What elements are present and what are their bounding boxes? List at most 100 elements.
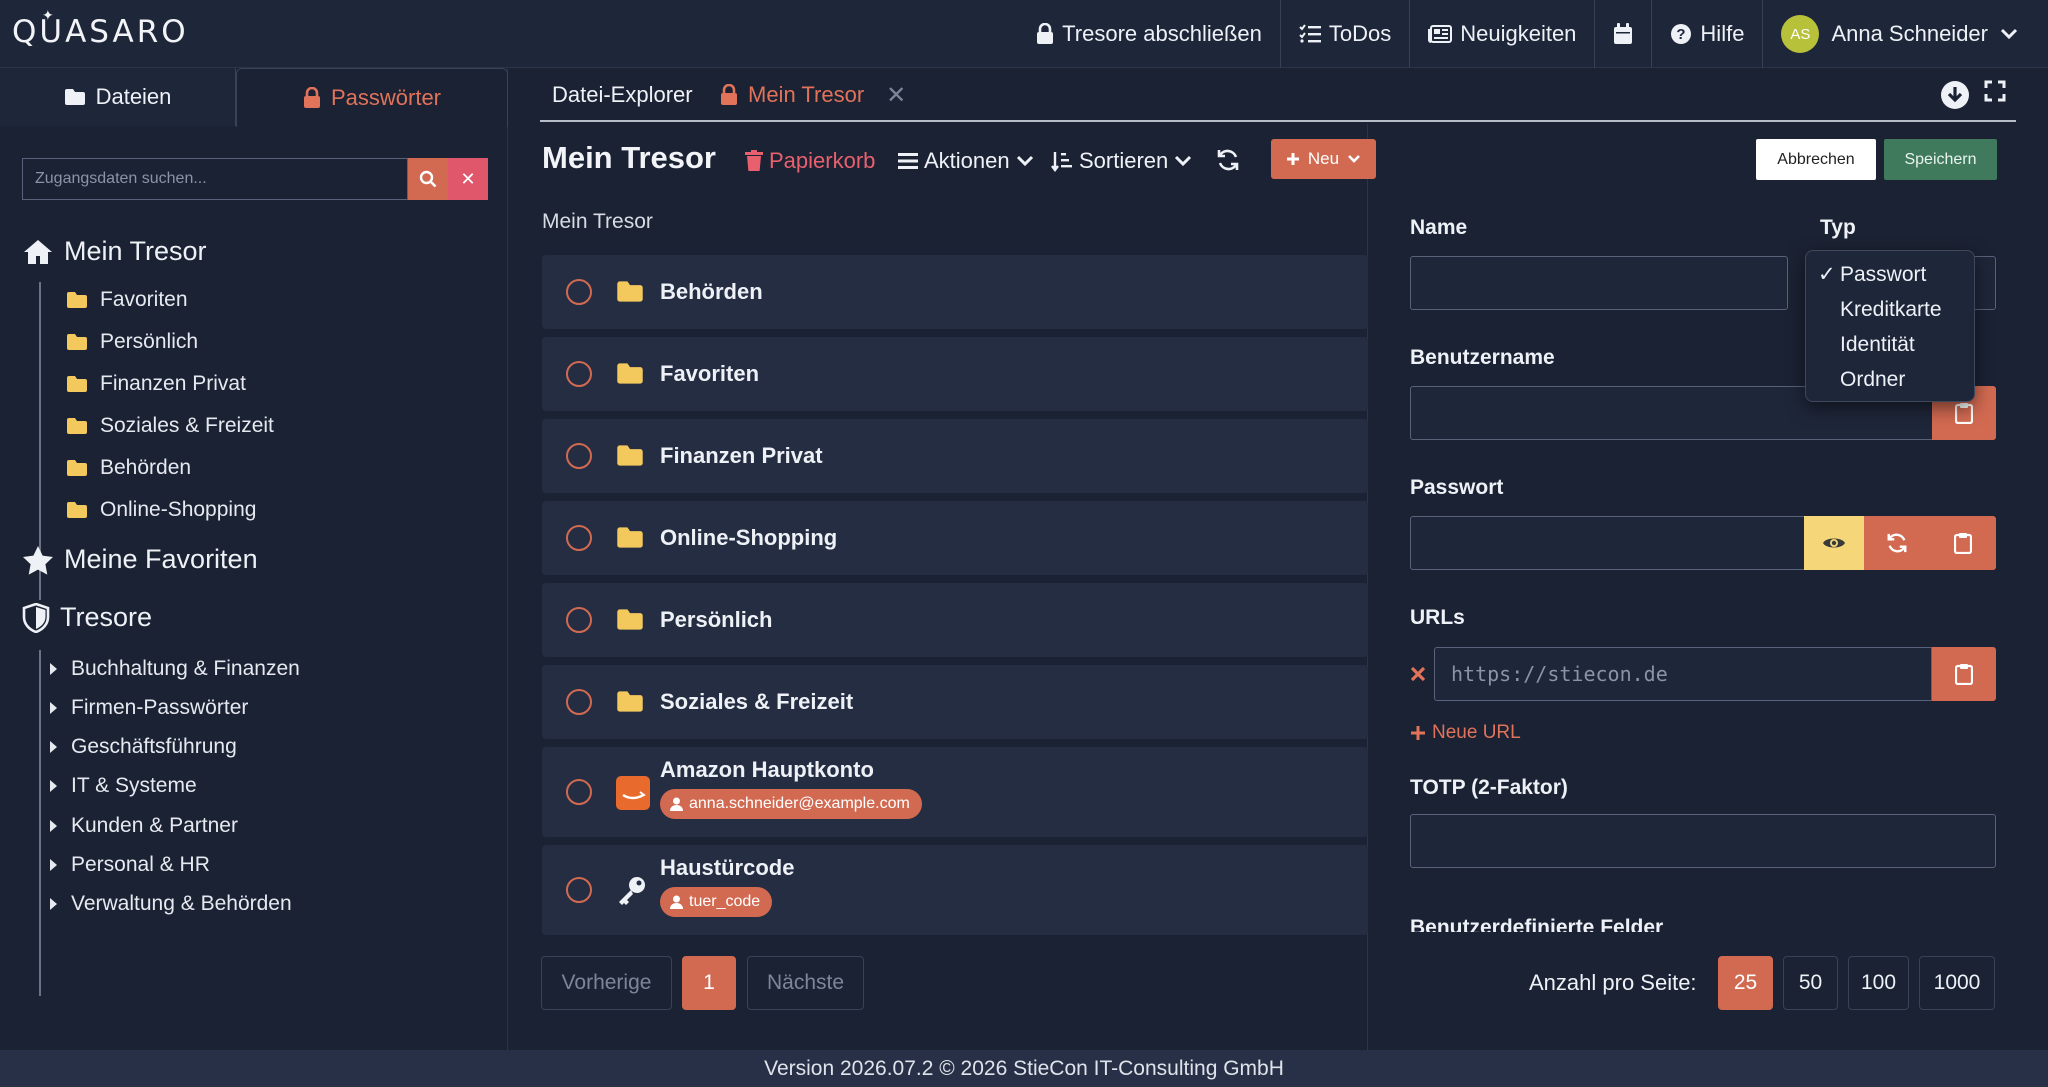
user-icon	[670, 895, 683, 909]
star-icon	[23, 545, 53, 575]
password-field[interactable]	[1410, 516, 1806, 570]
next-page-button[interactable]: Nächste	[747, 956, 864, 1010]
actions-label: Aktionen	[924, 148, 1010, 173]
sidebar-vault[interactable]: Geschäftsführung	[50, 735, 237, 759]
trash-button[interactable]: Papierkorb	[745, 148, 875, 174]
amazon-icon	[616, 776, 650, 810]
list-item-name: Online-Shopping	[660, 525, 838, 550]
per-page-option[interactable]: 1000	[1919, 956, 1995, 1010]
list-item[interactable]: Behörden	[542, 255, 1368, 329]
sidebar-vault[interactable]: Firmen-Passwörter	[50, 696, 248, 720]
type-option-credit-card[interactable]: Kreditkarte	[1806, 292, 1974, 327]
sidebar-vault[interactable]: Personal & HR	[50, 853, 210, 877]
sidebar-vault[interactable]: Kunden & Partner	[50, 814, 238, 838]
select-radio[interactable]	[566, 443, 592, 469]
todos-button[interactable]: ToDos	[1281, 0, 1411, 68]
add-url-button[interactable]: Neue URL	[1410, 722, 1521, 744]
user-menu[interactable]: AS Anna Schneider	[1763, 0, 2048, 68]
search-icon	[419, 170, 437, 188]
select-radio[interactable]	[566, 607, 592, 633]
app-logo[interactable]: ✦ QUASARO	[12, 8, 189, 54]
trash-icon	[745, 150, 763, 171]
show-password-button[interactable]	[1804, 516, 1864, 570]
avatar: AS	[1781, 15, 1820, 53]
search-input[interactable]	[22, 158, 408, 200]
select-radio[interactable]	[566, 779, 592, 805]
folder-icon	[617, 527, 643, 548]
sidebar-folder[interactable]: Finanzen Privat	[66, 372, 246, 396]
close-icon: ✕	[460, 168, 476, 189]
tab-file-explorer[interactable]: Datei-Explorer	[552, 68, 693, 122]
per-page-option[interactable]: 25	[1718, 956, 1773, 1010]
chevron-down-icon	[1348, 155, 1361, 163]
sort-dropdown[interactable]: Sortieren	[1051, 148, 1192, 174]
folder-icon	[64, 89, 85, 105]
remove-url-icon[interactable]	[1410, 666, 1426, 682]
folder-icon	[617, 691, 643, 712]
actions-dropdown[interactable]: Aktionen	[898, 148, 1034, 174]
type-label: Typ	[1820, 216, 1856, 239]
download-circle-icon[interactable]	[1940, 80, 1970, 110]
fullscreen-icon[interactable]	[1984, 80, 2006, 102]
type-option-password[interactable]: ✓ Passwort	[1806, 257, 1974, 292]
tab-files[interactable]: Dateien	[0, 68, 236, 126]
tree-my-vault[interactable]: Mein Tresor	[22, 236, 207, 267]
list-item[interactable]: Haustürcode tuer_code	[542, 845, 1368, 935]
sidebar-folder[interactable]: Behörden	[66, 456, 191, 480]
tab-my-vault[interactable]: Mein Tresor ✕	[720, 68, 906, 122]
select-radio[interactable]	[566, 279, 592, 305]
tab-my-vault-label: Mein Tresor	[748, 82, 865, 107]
type-option-identity[interactable]: Identität	[1806, 327, 1974, 362]
lock-vaults-button[interactable]: Tresore abschließen	[1018, 0, 1281, 68]
copy-password-button[interactable]	[1930, 516, 1996, 570]
type-option-folder[interactable]: Ordner	[1806, 362, 1974, 397]
list-item[interactable]: Finanzen Privat	[542, 419, 1368, 493]
folder-icon	[67, 502, 87, 518]
list-item[interactable]: Online-Shopping	[542, 501, 1368, 575]
sidebar-vault[interactable]: Buchhaltung & Finanzen	[50, 657, 300, 681]
select-radio[interactable]	[566, 689, 592, 715]
search-button[interactable]	[408, 158, 448, 200]
per-page-option[interactable]: 50	[1783, 956, 1838, 1010]
footer-text: Version 2026.07.2 © 2026 StieCon IT-Cons…	[764, 1056, 1284, 1080]
list-item[interactable]: Persönlich	[542, 583, 1368, 657]
generate-password-button[interactable]	[1864, 516, 1930, 570]
select-radio[interactable]	[566, 525, 592, 551]
per-page-option[interactable]: 100	[1848, 956, 1909, 1010]
main-tabs: Datei-Explorer Mein Tresor ✕	[540, 68, 2016, 122]
save-button[interactable]: Speichern	[1884, 139, 1997, 180]
tree-my-favorites[interactable]: Meine Favoriten	[22, 544, 258, 575]
list-item[interactable]: Favoriten	[542, 337, 1368, 411]
copy-url-button[interactable]	[1932, 647, 1996, 701]
new-button[interactable]: Neu	[1271, 139, 1376, 179]
sidebar-folder[interactable]: Persönlich	[66, 330, 198, 354]
type-option-label: Passwort	[1840, 262, 1927, 286]
clear-search-button[interactable]: ✕	[448, 158, 488, 200]
sidebar-folder[interactable]: Favoriten	[66, 288, 188, 312]
tree-vaults[interactable]: Tresore	[22, 602, 152, 633]
close-tab-icon[interactable]: ✕	[886, 81, 906, 110]
refresh-button[interactable]	[1216, 148, 1240, 172]
select-radio[interactable]	[566, 361, 592, 387]
cancel-button[interactable]: Abbrechen	[1756, 139, 1876, 180]
calendar-button[interactable]	[1595, 0, 1653, 68]
sidebar-vault[interactable]: IT & Systeme	[50, 774, 197, 798]
totp-field[interactable]	[1410, 814, 1996, 868]
select-radio[interactable]	[566, 877, 592, 903]
name-field[interactable]	[1410, 256, 1788, 310]
news-button[interactable]: Neuigkeiten	[1410, 0, 1596, 68]
sidebar-vault[interactable]: Verwaltung & Behörden	[50, 892, 292, 916]
help-button[interactable]: ? Hilfe	[1652, 0, 1764, 68]
sidebar-folder[interactable]: Soziales & Freizeit	[66, 414, 274, 438]
url-field[interactable]	[1434, 647, 1932, 701]
list-item[interactable]: Soziales & Freizeit	[542, 665, 1368, 739]
tab-actions	[1940, 80, 2006, 110]
sidebar-folder[interactable]: Online-Shopping	[66, 498, 256, 522]
prev-page-button[interactable]: Vorherige	[541, 956, 672, 1010]
page-button[interactable]: 1	[682, 956, 736, 1010]
caret-right-icon	[50, 702, 57, 714]
tab-passwords[interactable]: Passwörter	[236, 68, 508, 127]
list-item[interactable]: Amazon Hauptkonto anna.schneider@example…	[542, 747, 1368, 837]
list-item-name: Behörden	[660, 279, 763, 304]
caret-right-icon	[50, 898, 57, 910]
